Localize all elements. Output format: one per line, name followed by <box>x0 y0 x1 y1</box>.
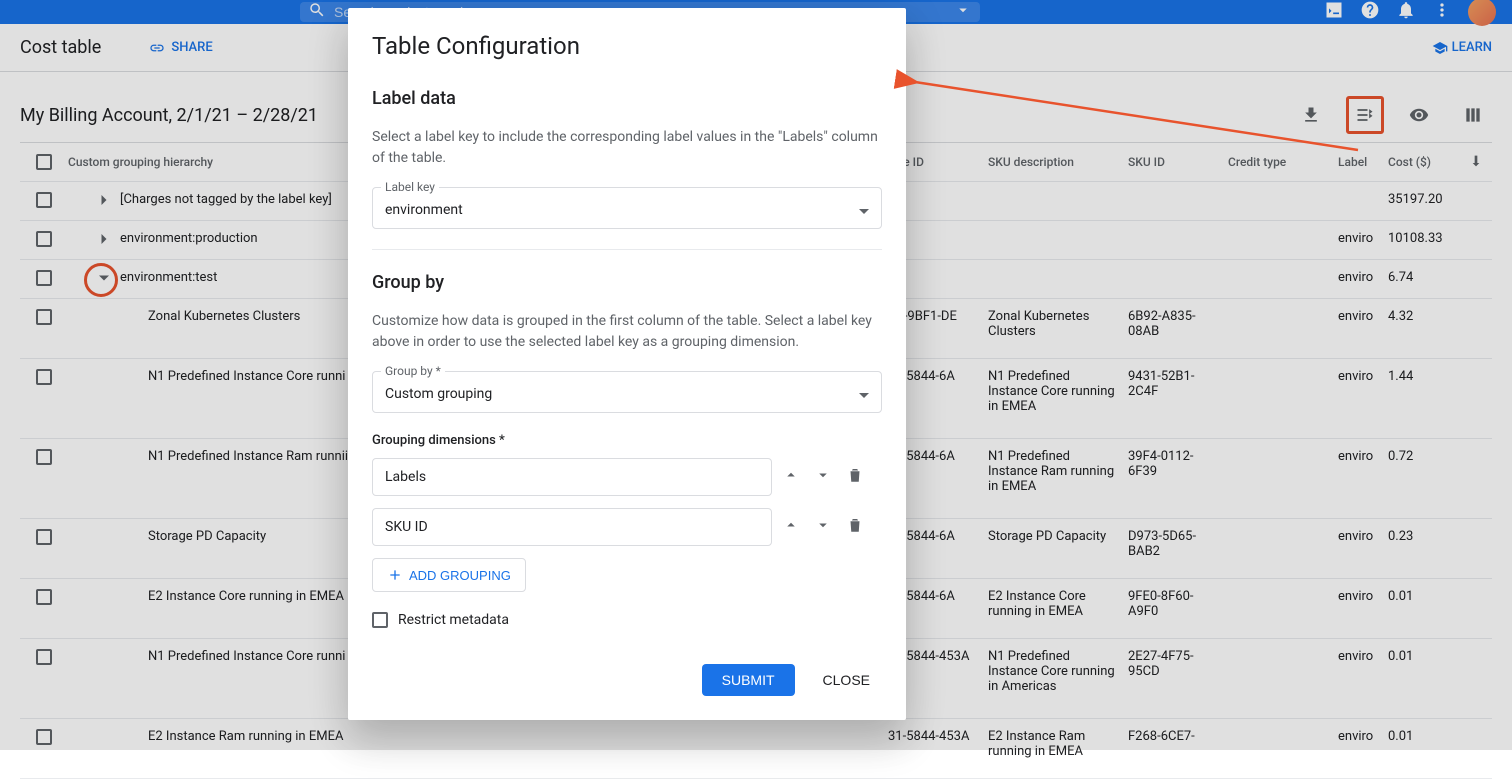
dimension-select-2[interactable]: SKU ID <box>372 508 772 546</box>
delete-icon[interactable] <box>846 516 864 538</box>
dimension-select-1[interactable]: Labels <box>372 458 772 496</box>
dimension-row-1: Labels <box>372 458 882 496</box>
chevron-down-icon <box>859 387 869 402</box>
add-grouping-label: ADD GROUPING <box>409 568 511 583</box>
modal-actions: SUBMIT CLOSE <box>372 664 882 696</box>
close-button[interactable]: CLOSE <box>811 664 882 696</box>
groupby-select[interactable]: Group by * Custom grouping <box>372 371 882 413</box>
move-up-icon[interactable] <box>782 516 800 538</box>
move-down-icon[interactable] <box>814 516 832 538</box>
groupby-desc: Customize how data is grouped in the fir… <box>372 311 882 353</box>
submit-button[interactable]: SUBMIT <box>702 664 795 696</box>
move-down-icon[interactable] <box>814 466 832 488</box>
labeldata-heading: Label data <box>372 88 882 109</box>
groupby-heading: Group by <box>372 272 882 293</box>
restrict-metadata-row[interactable]: Restrict metadata <box>372 612 882 628</box>
add-grouping-button[interactable]: ADD GROUPING <box>372 558 526 592</box>
divider <box>372 249 882 250</box>
table-config-modal: Table Configuration Label data Select a … <box>348 8 906 720</box>
dimensions-label: Grouping dimensions * <box>372 433 882 448</box>
move-up-icon[interactable] <box>782 466 800 488</box>
chevron-down-icon <box>859 203 869 218</box>
groupby-label: Group by * <box>381 364 445 378</box>
groupby-value: Custom grouping <box>385 386 859 402</box>
dimension-value: SKU ID <box>385 519 428 535</box>
labelkey-value: environment <box>385 202 859 218</box>
dimension-row-2: SKU ID <box>372 508 882 546</box>
modal-title: Table Configuration <box>372 32 882 60</box>
labelkey-select[interactable]: Label key environment <box>372 187 882 229</box>
delete-icon[interactable] <box>846 466 864 488</box>
restrict-label: Restrict metadata <box>398 612 509 628</box>
labeldata-desc: Select a label key to include the corres… <box>372 127 882 169</box>
restrict-checkbox[interactable] <box>372 612 388 628</box>
dimension-value: Labels <box>385 469 426 485</box>
labelkey-label: Label key <box>381 180 439 194</box>
